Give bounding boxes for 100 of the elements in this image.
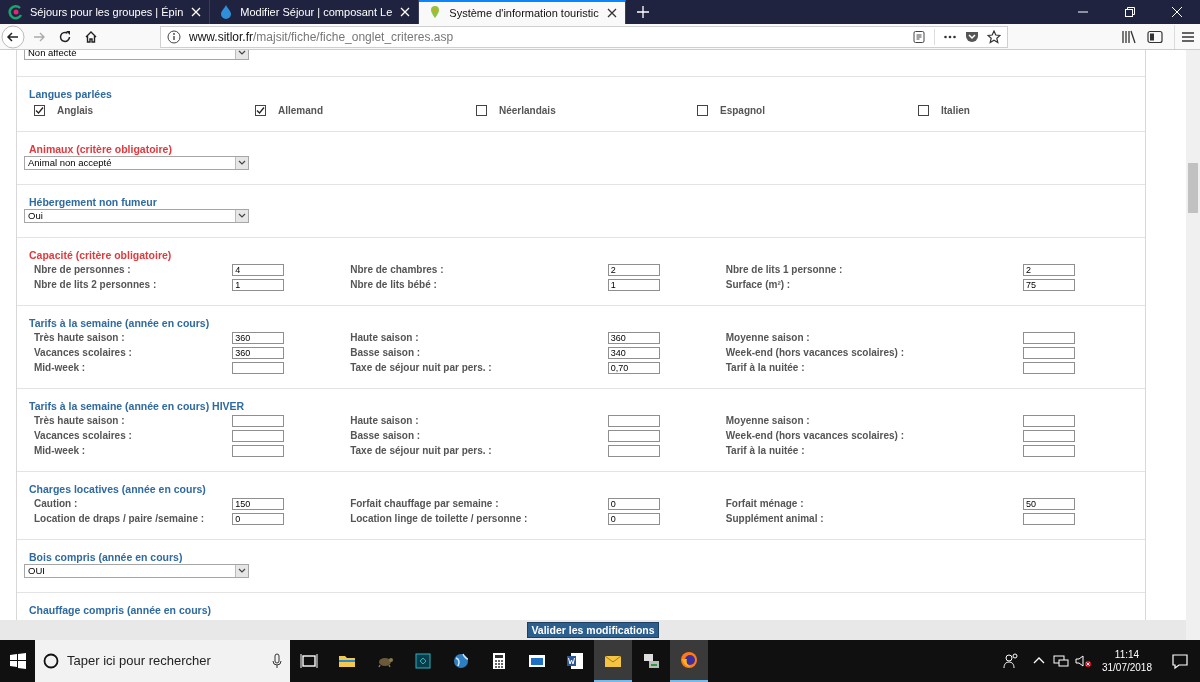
input-field[interactable]: 150 [232,498,285,510]
fox-globe-icon[interactable] [679,650,699,670]
url-text: www.sitlor.fr/majsit/fiche/fiche_onglet_criteres.asp [189,28,454,46]
input-field[interactable] [607,415,660,427]
notification-icon[interactable] [1170,651,1190,671]
swirl-icon [8,4,24,20]
section-title: Chauffage compris (année en cours) [29,604,213,617]
menu-icon[interactable] [1180,29,1195,44]
plus-icon[interactable] [635,5,650,19]
field-label: Basse saison : [350,430,422,442]
input-field[interactable] [232,362,285,374]
field-label: Très haute saison : [34,415,126,427]
input-field[interactable]: 0 [607,513,660,525]
input-field[interactable] [1023,347,1075,359]
sidebar-icon[interactable] [1147,29,1163,44]
info-icon [167,29,181,44]
input-field[interactable]: 2 [1023,264,1075,276]
input-field[interactable]: 2 [607,264,660,276]
dropdown[interactable]: Oui [24,209,249,223]
field-label: Supplément animal : [725,513,825,525]
input-field[interactable]: 360 [232,347,285,359]
input-field[interactable] [1023,362,1075,374]
field-label: Moyenne saison : [725,332,811,344]
submit-button[interactable]: Valider les modifications [527,622,659,638]
dropdown[interactable]: OUI [24,564,249,578]
checkbox[interactable] [34,104,45,116]
field-label: Vacances scolaires : [34,347,133,359]
field-label: Surface (m²) : [725,279,792,291]
input-field[interactable]: 50 [1023,498,1075,510]
field-label: Nbre de lits 1 personne : [725,264,844,276]
section-title: Charges locatives (année en cours) [29,483,207,496]
input-field[interactable]: 0 [607,498,660,510]
field-label: Forfait chauffage par semaine : [350,498,500,510]
checkbox[interactable] [697,104,708,116]
input-field[interactable]: 75 [1023,279,1075,291]
input-field[interactable]: 360 [607,332,660,344]
windows-logo-icon[interactable] [7,651,28,671]
section-title: Capacité (critère obligatoire) [29,249,173,262]
input-field[interactable]: 340 [607,347,660,359]
reload-icon[interactable] [58,29,72,44]
pocket-icon[interactable] [965,29,979,44]
field-label: Week-end (hors vacances scolaires) : [725,347,905,359]
close-icon[interactable] [1170,6,1183,18]
input-field[interactable] [1023,445,1075,457]
home-icon[interactable] [84,29,98,44]
microphone-icon[interactable] [272,653,282,669]
globe-icon[interactable] [451,651,471,671]
field-label: Location linge de toilette / personne : [350,513,529,525]
checkbox[interactable] [255,104,266,116]
checkbox-label: Allemand [278,103,323,118]
checkbox-label: Espagnol [720,103,765,118]
input-field[interactable]: 0,70 [607,362,660,374]
field-label: Nbre de chambres : [350,264,445,276]
input-field[interactable] [1023,430,1075,442]
input-field[interactable] [607,430,660,442]
field-label: Week-end (hors vacances scolaires) : [725,430,905,442]
reader-view-icon[interactable] [912,29,926,44]
search-field[interactable]: Taper ici pour rechercher [35,640,290,682]
star-icon[interactable] [987,29,1001,44]
back-icon[interactable] [1,24,25,49]
input-field[interactable] [1023,332,1075,344]
checkbox[interactable] [918,104,929,116]
input-field[interactable] [232,430,285,442]
input-field[interactable] [232,415,285,427]
field-label: Vacances scolaires : [34,430,133,442]
field-label: Forfait ménage : [725,498,805,510]
scrollbar[interactable] [1186,50,1200,640]
field-label: Très haute saison : [34,332,126,344]
browser-tab[interactable]: Système d'information touristic [419,0,626,24]
clock-time[interactable]: 11:14 [1101,648,1152,661]
input-field[interactable]: 0 [232,513,285,525]
checkbox[interactable] [476,104,487,116]
section-title: Tarifs à la semaine (année en cours) [29,317,211,330]
app-square-icon[interactable] [413,651,433,671]
address-bar[interactable]: www.sitlor.fr/majsit/fiche/fiche_onglet_criteres.asp [160,25,1008,48]
input-field[interactable]: 360 [232,332,285,344]
dropdown[interactable]: Animal non accepté [24,156,249,170]
input-field[interactable] [607,445,660,457]
tab-title: Système d'information touristic [449,5,599,21]
field-label: Haute saison : [350,332,420,344]
input-field[interactable] [232,445,285,457]
section-title: Langues parlées [29,88,113,101]
field-label: Tarif à la nuitée : [725,362,806,374]
chevron-down-icon [238,568,246,574]
section-title: Hébergement non fumeur [29,196,158,209]
task-view-icon[interactable] [299,651,319,671]
field-label: Nbre de personnes : [34,264,132,276]
field-label: Taxe de séjour nuit par pers. : [350,445,493,457]
people-icon[interactable] [1000,651,1021,671]
library-icon[interactable] [1121,29,1137,44]
document-icon[interactable] [565,651,585,671]
input-field[interactable] [1023,513,1075,525]
input-field[interactable] [1023,415,1075,427]
restore-icon[interactable] [1123,6,1136,18]
chevron-down-icon [238,50,246,56]
field-label: Moyenne saison : [725,415,811,427]
clock-date[interactable]: 31/07/2018 [1101,661,1152,674]
input-field[interactable]: 1 [607,279,660,291]
input-field[interactable]: 4 [232,264,285,276]
input-field[interactable]: 1 [232,279,285,291]
